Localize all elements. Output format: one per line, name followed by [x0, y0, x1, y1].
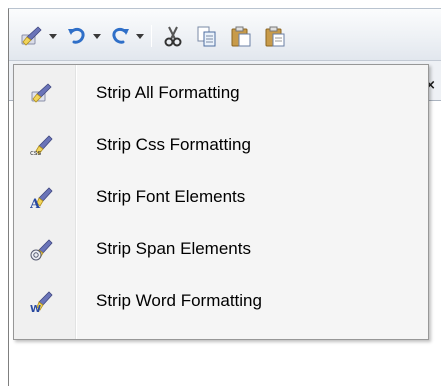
strip-word-formatting-icon: W: [30, 289, 54, 315]
undo-icon: [65, 24, 89, 48]
icon-text: A: [30, 197, 41, 209]
cut-button[interactable]: [161, 23, 185, 49]
menu-item-strip-css-formatting[interactable]: css Strip Css Formatting: [16, 125, 426, 165]
menu-item-strip-word-formatting[interactable]: W Strip Word Formatting: [16, 281, 426, 321]
strip-formatting-icon: [19, 23, 45, 49]
icon-text: W: [30, 304, 41, 313]
paste-plain-button[interactable]: [263, 23, 287, 49]
menu-item-label: Strip Font Elements: [96, 187, 246, 206]
toolbar-separator: [151, 25, 152, 47]
strip-css-formatting-icon: css: [30, 133, 54, 157]
menu-item-label: Strip All Formatting: [96, 83, 240, 102]
menu-item-label: Strip Word Formatting: [96, 291, 262, 310]
strip-span-elements-icon: [30, 237, 54, 261]
menu-item-strip-span-elements[interactable]: Strip Span Elements: [16, 229, 426, 269]
strip-font-elements-icon: A: [29, 185, 54, 212]
menu-item-strip-font-elements[interactable]: A Strip Font Elements: [16, 177, 426, 217]
redo-icon: [108, 24, 132, 48]
chevron-down-icon[interactable]: [49, 33, 57, 39]
editor-toolbar: [9, 9, 441, 61]
paste-plain-icon: [263, 24, 287, 48]
menu-item-label: Strip Css Formatting: [96, 135, 251, 154]
copy-button[interactable]: [195, 23, 219, 49]
strip-all-formatting-icon: [30, 81, 54, 105]
paste-icon: [229, 24, 253, 48]
chevron-down-icon[interactable]: [93, 33, 101, 39]
redo-button[interactable]: [108, 23, 144, 49]
chevron-down-icon[interactable]: [136, 33, 144, 39]
undo-button[interactable]: [65, 23, 101, 49]
menu-item-label: Strip Span Elements: [96, 239, 251, 258]
menu-item-strip-all-formatting[interactable]: Strip All Formatting: [16, 73, 426, 113]
paste-button[interactable]: [229, 23, 253, 49]
cut-icon: [161, 24, 185, 48]
icon-text: css: [30, 149, 41, 157]
copy-icon: [195, 24, 219, 48]
strip-formatting-menu: Strip All Formatting css Strip Css Forma…: [13, 64, 429, 340]
strip-formatting-button[interactable]: [19, 23, 57, 49]
